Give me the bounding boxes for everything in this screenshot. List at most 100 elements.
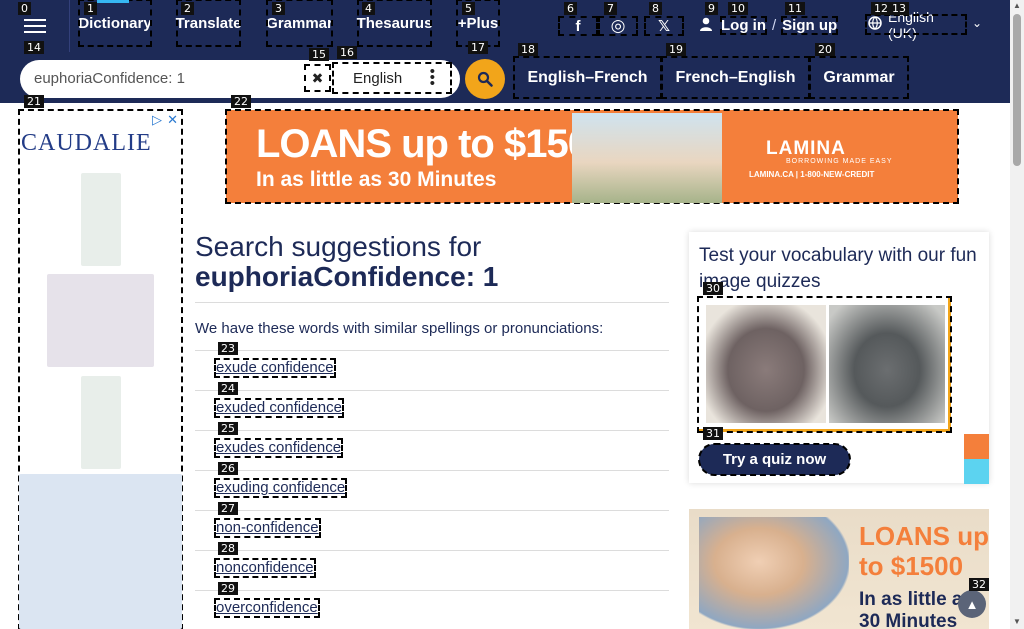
chevron-down-icon: ⌄ xyxy=(972,16,983,30)
marker-label: 5 xyxy=(462,2,475,15)
banner-photo xyxy=(572,113,722,203)
close-ad-icon[interactable]: ✕ xyxy=(167,112,178,128)
dictionary-select-label: English xyxy=(353,69,403,87)
seal-image xyxy=(829,305,945,423)
banner-brand-url: LAMINA.CA | 1-800-NEW-CREDIT xyxy=(749,170,875,179)
marker-label: 9 xyxy=(705,2,718,15)
product-image xyxy=(47,274,154,367)
hippo-image xyxy=(706,305,826,423)
suggestion-link[interactable]: non-confidence xyxy=(214,518,321,538)
clear-search-icon[interactable]: ✖ xyxy=(304,64,331,92)
divider xyxy=(195,590,669,591)
marker-label: 30 xyxy=(703,282,723,295)
search-icon xyxy=(477,71,493,87)
banner-brand-tagline: BORROWING MADE EASY xyxy=(786,158,893,165)
nav-grammar-label: Grammar xyxy=(266,14,333,32)
dictionary-select[interactable]: English • • • xyxy=(332,62,452,94)
marker-label: 26 xyxy=(218,462,238,475)
suggestion-link[interactable]: exudes confidence xyxy=(213,438,344,458)
divider xyxy=(195,510,669,511)
marker-label: 11 xyxy=(785,2,805,15)
marker-label: 23 xyxy=(218,342,238,355)
scroll-to-top-icon[interactable]: ▲ xyxy=(958,590,986,618)
nav-plus-label: +Plus xyxy=(457,14,499,32)
divider xyxy=(195,470,669,471)
divider xyxy=(195,302,669,303)
nav-thesaurus-label: Thesaurus xyxy=(356,14,433,32)
globe-icon xyxy=(868,16,882,33)
search-input[interactable] xyxy=(34,68,294,88)
marker-label: 16 xyxy=(337,46,357,59)
left-advertisement[interactable]: ▷ ✕ CAUDALIE xyxy=(18,109,183,629)
marker-label: 17 xyxy=(468,41,488,54)
bottom-ad-headline: LOANS up to $1500 xyxy=(859,521,989,581)
nav-translate-label: Translate xyxy=(175,14,242,32)
search-query-title: euphoriaConfidence: 1 xyxy=(195,261,499,292)
page-title: Search suggestions for euphoriaConfidenc… xyxy=(195,232,498,292)
marker-label: 18 xyxy=(518,43,538,56)
marker-label: 25 xyxy=(218,422,238,435)
signup-link[interactable]: Sign up xyxy=(781,15,839,35)
suggestion-link[interactable]: nonconfidence xyxy=(214,558,316,578)
product-image xyxy=(19,474,182,629)
marker-label: 24 xyxy=(218,382,238,395)
marker-label: 29 xyxy=(218,582,238,595)
search-button[interactable] xyxy=(465,59,505,99)
marker-label: 21 xyxy=(24,95,44,108)
marker-label: 0 xyxy=(18,2,31,15)
marker-label: 31 xyxy=(703,427,723,440)
marker-label: 22 xyxy=(231,95,251,108)
nav-dictionary-label: Dictionary xyxy=(78,14,152,32)
login-signup: Log in / Sign up xyxy=(699,8,839,42)
quiz-title: Test your vocabulary with our fun image … xyxy=(699,245,977,292)
user-icon xyxy=(699,17,713,34)
language-select[interactable]: English (UK) ⌄ xyxy=(865,9,982,41)
marker-label: 3 xyxy=(272,2,285,15)
banner-headline: LOANS up to $1500 xyxy=(256,122,611,166)
marker-label: 19 xyxy=(666,43,686,56)
try-quiz-button[interactable]: Try a quiz now xyxy=(698,443,851,476)
top-banner-advertisement[interactable]: LOANS up to $1500 In as little as 30 Min… xyxy=(225,109,959,204)
marker-label: 14 xyxy=(24,41,44,54)
link-french-english[interactable]: French–English xyxy=(661,56,810,99)
adchoices-icon[interactable]: ▷ xyxy=(152,112,162,128)
ad-brand-logo: CAUDALIE xyxy=(21,130,152,156)
instagram-icon[interactable]: ◎ xyxy=(598,16,638,36)
marker-label: 12 xyxy=(871,2,891,15)
ad-people-image xyxy=(699,517,849,629)
marker-label: 7 xyxy=(604,2,617,15)
suggestion-link[interactable]: exuding confidence xyxy=(213,478,348,498)
title-prefix: Search suggestions for xyxy=(195,231,482,262)
suggestion-link[interactable]: exude confidence xyxy=(214,358,336,378)
login-link[interactable]: Log in xyxy=(720,15,767,35)
divider xyxy=(195,390,669,391)
banner-brand: LAMINA xyxy=(766,138,846,159)
marker-label: 1 xyxy=(84,2,97,15)
facebook-icon[interactable]: f xyxy=(558,16,598,36)
suggestion-link[interactable]: exuded confidence xyxy=(214,398,344,418)
marker-label: 2 xyxy=(181,2,194,15)
marker-label: 8 xyxy=(649,2,662,15)
link-grammar[interactable]: Grammar xyxy=(809,56,909,99)
marker-label: 27 xyxy=(218,502,238,515)
scrollbar-thumb[interactable] xyxy=(1013,14,1021,166)
divider xyxy=(195,550,669,551)
scroll-down-icon[interactable]: ▼ xyxy=(1012,617,1022,627)
product-image xyxy=(81,173,121,266)
divider xyxy=(195,430,669,431)
link-english-french[interactable]: English–French xyxy=(513,56,662,99)
marker-label: 28 xyxy=(218,542,238,555)
marker-label: 20 xyxy=(815,43,835,56)
bottom-ad-subline: In as little as 30 Minutes xyxy=(859,589,974,629)
more-options-icon: • • • xyxy=(429,63,435,92)
banner-subline: In as little as 30 Minutes xyxy=(256,168,497,191)
side-feedback-tab[interactable] xyxy=(964,459,989,484)
scroll-up-icon[interactable]: ▲ xyxy=(1012,1,1022,11)
marker-label: 10 xyxy=(728,2,748,15)
bottom-advertisement[interactable]: LOANS up to $1500 In as little as 30 Minut… xyxy=(689,509,989,629)
side-feedback-tab[interactable] xyxy=(964,434,989,459)
marker-label: 15 xyxy=(309,48,329,61)
x-twitter-icon[interactable]: 𝕏 xyxy=(644,16,684,36)
suggestion-link[interactable]: overconfidence xyxy=(214,598,320,618)
marker-label: 32 xyxy=(969,578,989,591)
